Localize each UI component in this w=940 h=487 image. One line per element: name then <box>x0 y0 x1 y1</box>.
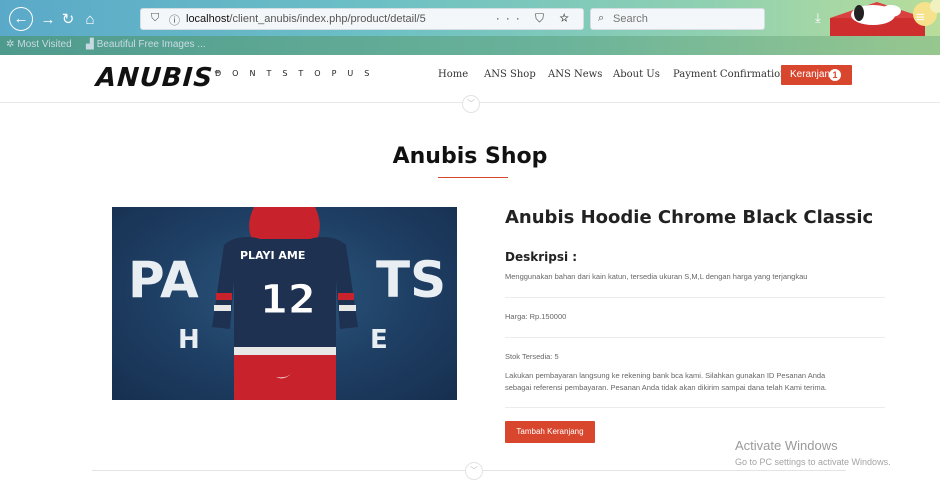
bookmarks-toolbar: ✲ Most Visited ▟ Beautiful Free Images .… <box>0 36 940 55</box>
address-bar[interactable]: ⛉ ⓘ localhost/client_anubis/index.php/pr… <box>140 8 584 30</box>
url-path: /client_anubis/index.php/product/detail/… <box>229 13 426 25</box>
divider <box>505 337 885 338</box>
url-host: localhost <box>186 13 230 25</box>
back-button[interactable]: ← <box>9 7 33 31</box>
payment-note-line-2: sebagai referensi pembayaran. Pesanan An… <box>505 383 827 392</box>
cart-count-badge: 1 <box>829 69 841 81</box>
activate-windows-title: Activate Windows <box>735 438 838 453</box>
reload-button[interactable]: ↻ <box>58 10 78 30</box>
product-description: Menggunakan bahan dari kain katun, terse… <box>505 272 808 281</box>
cart-button[interactable]: Keranjang 1 <box>781 65 852 85</box>
shield-icon: ⛉ <box>151 12 160 24</box>
browser-toolbar: ← → ↻ ⌂ ⛉ ⓘ localhost/client_anubis/inde… <box>0 0 940 55</box>
search-input[interactable] <box>613 11 753 27</box>
image-text-number: 12 <box>260 277 317 324</box>
divider <box>505 297 885 298</box>
bookmark-label: Most Visited <box>17 39 72 50</box>
page-actions-icon[interactable]: ··· ⛉ ☆ <box>496 11 575 26</box>
nav-ans-shop[interactable]: ANS Shop <box>484 69 536 80</box>
add-to-cart-button[interactable]: Tambah Keranjang <box>505 421 595 443</box>
nav-about-us[interactable]: About Us <box>613 69 660 80</box>
title-divider <box>438 177 508 178</box>
url-text[interactable]: localhost/client_anubis/index.php/produc… <box>186 13 426 25</box>
site-logo[interactable]: ANUBIS™ <box>95 63 222 93</box>
divider <box>505 407 885 408</box>
download-icon[interactable]: ⤓ <box>815 10 821 26</box>
forward-button[interactable]: → <box>38 10 58 30</box>
product-stock: Stok Tersedia: 5 <box>505 352 559 361</box>
home-button[interactable]: ⌂ <box>80 10 100 30</box>
product-price: Harga: Rp.150000 <box>505 312 567 321</box>
nav-payment-confirmation[interactable]: Payment Confirmation <box>673 69 787 80</box>
bookmark-most-visited[interactable]: ✲ Most Visited <box>6 39 72 50</box>
page-title: Anubis Shop <box>392 144 548 169</box>
search-icon: ⌕ <box>598 12 605 24</box>
chevron-down-icon: ﹀ <box>462 95 480 113</box>
image-text-back-name: PLAYI AME <box>240 249 306 262</box>
logo-text: ANUBIS <box>94 63 215 93</box>
site-tagline: DONTSTOPUS <box>215 69 381 78</box>
info-icon[interactable]: ⓘ <box>169 12 180 28</box>
image-icon: ▟ <box>86 39 94 50</box>
product-image: PA TS H E PLAYI AME 12 <box>112 207 457 400</box>
gear-icon: ✲ <box>6 39 15 50</box>
bookmark-free-images[interactable]: ▟ Beautiful Free Images ... <box>86 39 206 50</box>
nav-home[interactable]: Home <box>438 69 468 80</box>
site-header: ANUBIS™ DONTSTOPUS Home ANS Shop ANS New… <box>0 55 940 113</box>
product-name: Anubis Hoodie Chrome Black Classic <box>505 207 874 228</box>
nav-ans-news[interactable]: ANS News <box>548 69 602 80</box>
search-box[interactable]: ⌕ <box>590 8 765 30</box>
chevron-down-icon: ﹀ <box>465 462 483 480</box>
activate-windows-subtitle: Go to PC settings to activate Windows. <box>735 457 891 467</box>
bookmark-label: Beautiful Free Images ... <box>96 39 206 50</box>
description-heading: Deskripsi : <box>505 250 578 264</box>
menu-icon[interactable]: ≡ <box>916 9 925 26</box>
payment-note-line-1: Lakukan pembayaran langsung ke rekening … <box>505 371 826 380</box>
